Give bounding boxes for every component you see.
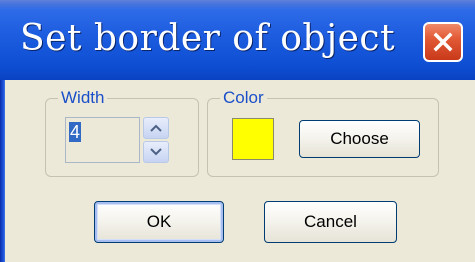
dialog-title: Set border of object [20, 18, 396, 59]
cancel-button[interactable]: Cancel [264, 201, 397, 243]
choose-color-button[interactable]: Choose [299, 120, 420, 158]
width-group-label: Width [58, 88, 108, 108]
ok-button[interactable]: OK [94, 201, 224, 243]
width-spinner [143, 117, 169, 163]
spin-down-button[interactable] [143, 141, 169, 163]
chevron-down-icon [150, 148, 162, 156]
dialog-window: Set border of object Width 4 Color Choos… [0, 0, 475, 262]
chevron-up-icon [150, 124, 162, 132]
close-icon [433, 32, 453, 52]
color-group-label: Color [220, 88, 267, 108]
close-button[interactable] [423, 22, 463, 62]
title-bar[interactable]: Set border of object [0, 0, 475, 80]
title-bar-gloss [0, 0, 475, 10]
spin-up-button[interactable] [143, 117, 169, 139]
window-left-border [0, 80, 5, 262]
width-input[interactable]: 4 [65, 117, 140, 163]
width-value: 4 [69, 122, 82, 142]
color-swatch [232, 118, 274, 160]
